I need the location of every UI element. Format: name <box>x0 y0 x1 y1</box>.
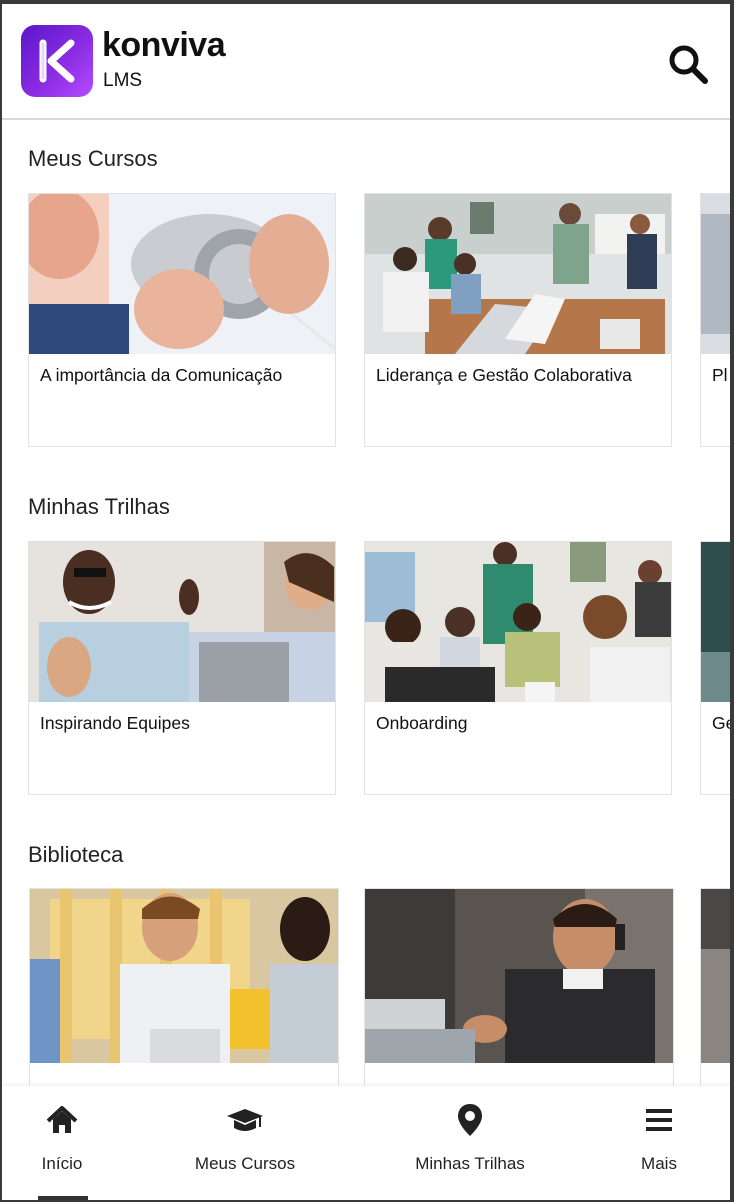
trail-thumbnail <box>701 542 730 702</box>
course-carousel-minhas-trilhas[interactable]: Inspirando Equipes Onboarding G <box>2 541 730 801</box>
search-icon <box>669 45 708 84</box>
course-thumbnail <box>701 194 730 354</box>
course-card[interactable]: Liderança e Gestão Colaborativa <box>364 193 672 447</box>
library-thumbnail <box>365 889 673 1063</box>
trail-thumbnail <box>365 542 671 702</box>
course-title: Liderança e Gestão Colaborativa <box>376 365 632 385</box>
nav-item-inicio[interactable]: Início <box>22 1086 102 1200</box>
course-thumbnail <box>365 194 671 354</box>
nav-label: Meus Cursos <box>194 1154 296 1173</box>
course-carousel-meus-cursos[interactable]: A importância da Comunicação Liderança e… <box>2 193 730 453</box>
nav-item-minhas-trilhas[interactable]: Minhas Trilhas <box>400 1086 540 1200</box>
trail-title: Ge <box>712 713 730 733</box>
map-pin-icon <box>458 1104 482 1136</box>
library-thumbnail <box>701 889 730 1063</box>
library-thumbnail <box>30 889 338 1063</box>
nav-item-mais[interactable]: Mais <box>624 1086 694 1200</box>
section-title-biblioteca: Biblioteca <box>28 842 124 867</box>
section-title-meus-cursos: Meus Cursos <box>28 146 158 171</box>
trail-title: Onboarding <box>376 713 468 733</box>
nav-label: Minhas Trilhas <box>415 1154 525 1173</box>
course-card[interactable]: Pl <box>700 193 730 447</box>
nav-item-meus-cursos[interactable]: Meus Cursos <box>180 1086 310 1200</box>
section-title-minhas-trilhas: Minhas Trilhas <box>28 494 170 519</box>
course-thumbnail <box>29 194 335 354</box>
search-button[interactable] <box>666 42 710 86</box>
brand-name: konviva <box>102 26 226 64</box>
course-title: A importância da Comunicação <box>40 365 283 385</box>
nav-label: Mais <box>641 1154 677 1173</box>
logo <box>21 25 93 97</box>
graduation-cap-icon <box>227 1109 263 1131</box>
trail-thumbnail <box>29 542 335 702</box>
menu-icon <box>646 1109 672 1131</box>
app-screen: konviva LMS Meus Cursos A importância da… <box>2 4 730 1200</box>
course-title: Pl <box>712 365 728 385</box>
brand-subtitle: LMS <box>103 70 143 91</box>
app-header: konviva LMS <box>2 4 730 120</box>
logo-k-icon <box>39 39 75 83</box>
course-card[interactable]: A importância da Comunicação <box>28 193 336 447</box>
trail-title: Inspirando Equipes <box>40 713 190 733</box>
trail-card[interactable]: Onboarding <box>364 541 672 795</box>
nav-label: Início <box>41 1154 83 1173</box>
trail-card[interactable]: Ge <box>700 541 730 795</box>
trail-card[interactable]: Inspirando Equipes <box>28 541 336 795</box>
bottom-navigation: Início Meus Cursos Minhas Trilhas Mais <box>2 1086 730 1200</box>
home-icon <box>46 1106 78 1133</box>
active-tab-indicator <box>38 1196 88 1200</box>
